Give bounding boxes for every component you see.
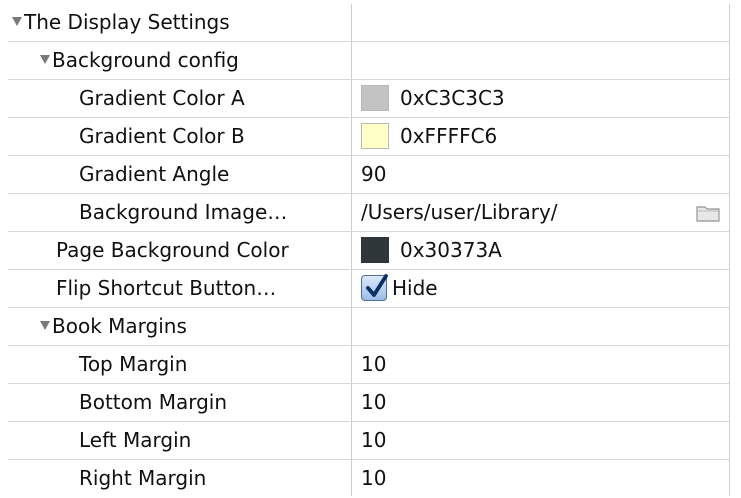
color-value: 0x30373A [400,238,502,262]
gradient-angle-field[interactable]: 90 [361,156,386,193]
property-row-bottom-margin[interactable]: Bottom Margin 10 [8,384,730,422]
group-row-book-margins[interactable]: Book Margins [8,308,730,346]
color-swatch[interactable] [361,85,389,111]
background-image-field[interactable]: /Users/user/Library/ [361,194,558,231]
property-grid: The Display Settings Background config G… [8,4,730,498]
property-row-page-background-color[interactable]: Page Background Color 0x30373A [8,232,730,270]
row-label: Flip Shortcut Button… [56,276,277,300]
property-row-gradient-color-b[interactable]: Gradient Color B 0xFFFFC6 [8,118,730,156]
background-config-toggle[interactable]: Background config [40,42,239,79]
property-row-flip-shortcut-button[interactable]: Flip Shortcut Button… Hide [8,270,730,308]
flip-shortcut-field[interactable]: Hide [361,270,438,307]
gradient-color-b-field[interactable]: 0xFFFFC6 [361,118,497,155]
expand-triangle-icon[interactable] [40,55,50,64]
group-row-background-config[interactable]: Background config [8,42,730,80]
row-label: Left Margin [79,428,192,452]
row-label: Right Margin [79,466,207,490]
page-background-color-field[interactable]: 0x30373A [361,232,502,269]
left-margin-field[interactable]: 10 [361,422,386,459]
property-row-top-margin[interactable]: Top Margin 10 [8,346,730,384]
color-value: 0xFFFFC6 [400,124,498,148]
row-label: Gradient Color A [79,86,245,110]
row-label: Background Image… [79,200,288,224]
checkmark-icon [366,274,388,297]
book-margins-toggle[interactable]: Book Margins [40,308,187,345]
color-swatch[interactable] [361,123,389,149]
row-label: Gradient Angle [79,162,230,186]
row-label: Book Margins [52,314,187,338]
top-margin-field[interactable]: 10 [361,346,386,383]
property-row-gradient-angle[interactable]: Gradient Angle 90 [8,156,730,194]
property-row-gradient-color-a[interactable]: Gradient Color A 0xC3C3C3 [8,80,730,118]
row-label: Gradient Color B [79,124,245,148]
property-row-left-margin[interactable]: Left Margin 10 [8,422,730,460]
row-label: Top Margin [79,352,188,376]
bottom-margin-field[interactable]: 10 [361,384,386,421]
color-swatch[interactable] [361,237,389,263]
gradient-color-a-field[interactable]: 0xC3C3C3 [361,80,505,117]
property-row-right-margin[interactable]: Right Margin 10 [8,460,730,498]
row-label: The Display Settings [24,10,230,34]
color-value: 0xC3C3C3 [400,86,505,110]
expand-triangle-icon[interactable] [12,17,22,26]
expand-triangle-icon[interactable] [40,321,50,330]
row-label: Bottom Margin [79,390,228,414]
checkbox-label: Hide [392,276,438,300]
property-row-background-image[interactable]: Background Image… /Users/user/Library/ [8,194,730,232]
group-row-display-settings[interactable]: The Display Settings [8,4,730,42]
display-settings-toggle[interactable]: The Display Settings [12,4,230,41]
row-label: Page Background Color [56,238,289,262]
hide-checkbox[interactable] [361,274,388,301]
right-margin-field[interactable]: 10 [361,460,386,497]
folder-icon[interactable] [696,204,720,222]
row-label: Background config [52,48,239,72]
